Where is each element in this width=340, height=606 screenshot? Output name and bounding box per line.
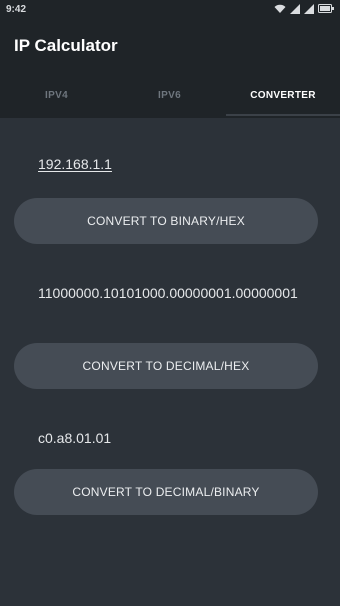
hex-result: c0.a8.01.01 <box>38 430 112 446</box>
tab-ipv6[interactable]: IPV6 <box>113 76 226 116</box>
convert-to-decimal-binary-button[interactable]: CONVERT TO DECIMAL/BINARY <box>14 469 318 515</box>
tab-bar: IPV4 IPV6 CONVERTER <box>0 76 340 116</box>
active-tab-indicator <box>226 114 340 116</box>
app-title: IP Calculator <box>14 36 118 55</box>
status-time: 9:42 <box>6 4 27 15</box>
signal-icon <box>304 3 314 17</box>
status-bar: 9:42 <box>0 0 340 20</box>
binary-result: 11000000.10101000.00000001.00000001 <box>38 285 298 301</box>
tab-ipv4[interactable]: IPV4 <box>0 76 113 116</box>
ip-address-input[interactable]: 192.168.1.1 <box>38 156 112 172</box>
app-bar: IP Calculator IPV4 IPV6 CONVERTER <box>0 20 340 118</box>
tab-converter[interactable]: CONVERTER <box>226 76 340 116</box>
status-icons <box>274 3 334 17</box>
convert-to-decimal-hex-button[interactable]: CONVERT TO DECIMAL/HEX <box>14 343 318 389</box>
convert-to-binary-hex-button[interactable]: CONVERT TO BINARY/HEX <box>14 198 318 244</box>
wifi-icon <box>274 4 286 17</box>
converter-panel: 192.168.1.1 CONVERT TO BINARY/HEX 110000… <box>0 118 340 606</box>
battery-icon <box>318 4 334 16</box>
signal-icon <box>290 3 300 17</box>
